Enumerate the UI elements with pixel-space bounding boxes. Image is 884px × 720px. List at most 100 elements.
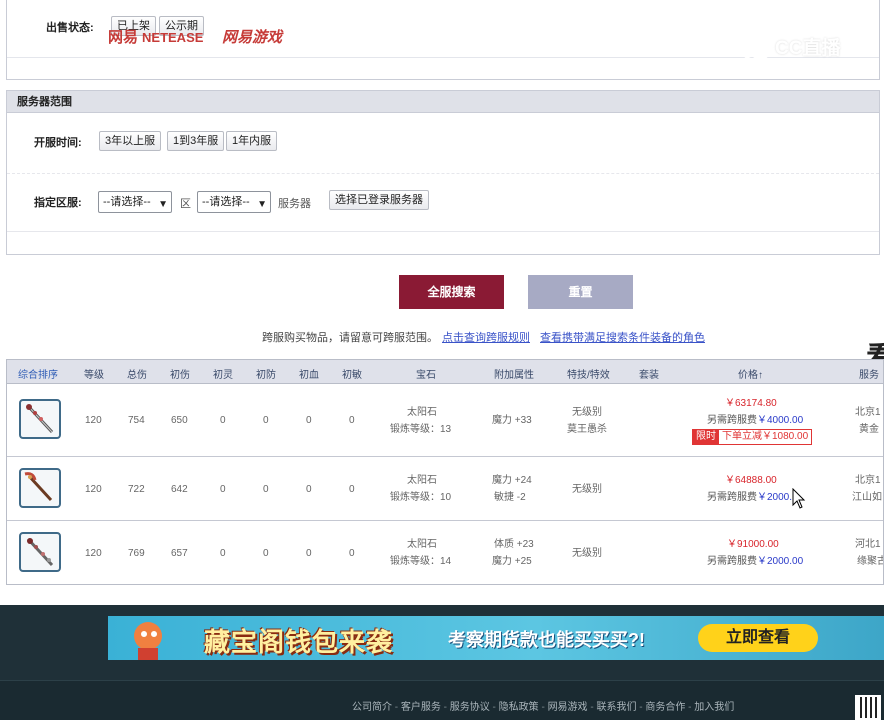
- col-attributes: 附加属性: [494, 370, 534, 381]
- choose-logged-server-button[interactable]: 选择已登录服务器: [329, 190, 429, 210]
- footer-link-netease-games[interactable]: 网易游戏: [539, 702, 588, 713]
- sale-status-label: 出售状态:: [46, 22, 94, 34]
- footer-link-contact[interactable]: 联系我们: [588, 702, 637, 713]
- cell-price[interactable]: ￥64888.00: [725, 472, 777, 489]
- netease-logo-cn: 网易: [108, 29, 139, 46]
- fee-prefix: 另需跨服费: [707, 415, 757, 426]
- table-row[interactable]: 120 722 642 0 0 0 0 太阳石 锻炼等级：10 魔力 +24 敏…: [7, 457, 883, 521]
- cross-server-rules-link[interactable]: 点击查询跨服规则: [442, 332, 530, 344]
- server-select[interactable]: --请选择-- ▼: [197, 191, 271, 213]
- footer-link-service[interactable]: 客户服务: [392, 702, 441, 713]
- col-price[interactable]: 价格↑: [738, 366, 763, 381]
- cell-price[interactable]: ￥63174.80: [725, 395, 777, 412]
- limited-promo-badge: 限时 下单立减￥1080.00: [692, 429, 813, 445]
- col-server: 服务: [859, 370, 879, 381]
- col-init-defense[interactable]: 初防: [256, 366, 276, 381]
- footer-link-about[interactable]: 公司简介: [352, 702, 392, 713]
- col-init-agility[interactable]: 初敏: [342, 366, 362, 381]
- cell-gem-level: 锻炼等级：14: [390, 556, 452, 567]
- cell-total-damage: 722: [128, 484, 145, 495]
- cell-attr: 魔力 +33: [492, 415, 532, 426]
- col-sort-overall[interactable]: 综合排序: [18, 366, 58, 381]
- chevron-down-icon: ▼: [158, 199, 168, 210]
- view-matching-roles-link[interactable]: 查看携带满足搜索条件装备的角色: [540, 332, 705, 344]
- fee-prefix: 另需跨服费: [707, 492, 757, 503]
- open-time-within-1yr-button[interactable]: 1年内服: [226, 131, 278, 151]
- fee-prefix: 另需跨服费: [707, 556, 757, 567]
- col-skills: 特技/特效: [567, 370, 610, 381]
- zone-select[interactable]: --请选择-- ▼: [98, 191, 172, 213]
- divider: [7, 231, 879, 232]
- fee-amount: ￥4000.00: [757, 415, 804, 426]
- cell-gem-level: 锻炼等级：10: [390, 492, 452, 503]
- tip-text: 跨服购买物品，请留意可跨服范围。: [262, 332, 438, 344]
- col-init-spirit[interactable]: 初灵: [213, 366, 233, 381]
- results-table: 综合排序 等级 总伤 初伤 初灵 初防 初血 初敏 宝石 附加属性 特技/特效 …: [6, 359, 884, 585]
- open-time-1to3yr-button[interactable]: 1到3年服: [167, 131, 225, 151]
- cell-attr: 敏捷 -2: [494, 492, 526, 503]
- footer-link-agreement[interactable]: 服务协议: [441, 702, 490, 713]
- watermark-text: CC直播: [775, 37, 841, 59]
- cell-skill: 无级别: [572, 484, 602, 495]
- col-gem: 宝石: [416, 370, 436, 381]
- zone-word: 区: [180, 198, 191, 210]
- footer-link-business[interactable]: 商务合作: [636, 702, 685, 713]
- netease-games-logo: 网易游戏: [222, 29, 283, 46]
- col-init-hp[interactable]: 初血: [299, 366, 319, 381]
- cell-level: 120: [85, 415, 102, 426]
- footer-link-privacy[interactable]: 隐私政策: [490, 702, 539, 713]
- reset-button[interactable]: 重置: [528, 275, 633, 309]
- zone-select-value: --请选择--: [103, 196, 151, 208]
- staff-item-icon[interactable]: [19, 399, 61, 439]
- table-row[interactable]: 120 754 650 0 0 0 0 太阳石 锻炼等级：13 魔力 +33 无…: [7, 385, 883, 457]
- cc-live-watermark: CC直播: [740, 30, 840, 62]
- cell-init-agility: 0: [349, 415, 355, 426]
- qr-code-icon: [855, 695, 881, 720]
- cell-skill: 无级别: [572, 407, 602, 418]
- open-time-3yr-plus-button[interactable]: 3年以上服: [99, 131, 162, 151]
- col-level[interactable]: 等级: [84, 366, 104, 381]
- open-time-label: 开服时间:: [34, 137, 82, 149]
- cell-attr: 魔力 +25: [492, 556, 532, 567]
- cc-logo-icon: [740, 30, 772, 62]
- netease-logo: 网易 NETEASE: [108, 26, 203, 47]
- promo-tag: 限时: [693, 430, 719, 444]
- mascot-character-icon: [134, 622, 162, 660]
- staff-item-icon[interactable]: [19, 468, 61, 508]
- fee-amount: ￥2000.00: [757, 556, 804, 567]
- banner-view-now-button[interactable]: 立即查看: [698, 624, 818, 652]
- search-all-servers-button[interactable]: 全服搜索: [399, 275, 504, 309]
- cell-init-hp: 0: [306, 415, 312, 426]
- cell-skill: 无级别: [572, 548, 602, 559]
- cell-attr: 体质 +23: [494, 539, 534, 550]
- wallet-promo-banner[interactable]: 藏宝阁钱包来袭 考察期货款也能买买买?! 立即查看: [108, 616, 884, 660]
- footer-link-join[interactable]: 加入我们: [685, 702, 734, 713]
- cell-server-name: 缘聚古: [857, 556, 884, 567]
- cell-init-damage: 642: [171, 484, 188, 495]
- cell-init-agility: 0: [349, 548, 355, 559]
- cell-attr: 魔力 +24: [492, 475, 532, 486]
- cell-init-spirit: 0: [220, 415, 226, 426]
- banner-title: 藏宝阁钱包来袭: [204, 627, 394, 657]
- cell-gem-level: 锻炼等级：13: [390, 424, 452, 435]
- server-range-title: 服务器范围: [7, 91, 879, 113]
- cell-cross-fee: 另需跨服费￥2000.: [707, 489, 792, 506]
- fee-amount: ￥2000.: [757, 492, 793, 503]
- col-init-damage[interactable]: 初伤: [170, 366, 190, 381]
- banner-subtitle: 考察期货款也能买买买?!: [448, 630, 645, 650]
- staff-item-icon[interactable]: [19, 532, 61, 572]
- cell-server-name: 黄金: [859, 424, 879, 435]
- table-row[interactable]: 120 769 657 0 0 0 0 太阳石 锻炼等级：14 体质 +23 魔…: [7, 521, 884, 584]
- col-total-damage[interactable]: 总伤: [127, 366, 147, 381]
- cell-cross-fee: 另需跨服费￥4000.00: [707, 412, 803, 429]
- cell-price[interactable]: ￥91000.00: [727, 536, 779, 553]
- server-range-panel: 服务器范围: [6, 90, 880, 255]
- footer-links: 公司简介客户服务服务协议隐私政策网易游戏联系我们商务合作加入我们: [352, 698, 734, 713]
- cell-init-damage: 650: [171, 415, 188, 426]
- cell-gem: 太阳石: [407, 407, 437, 418]
- col-set: 套装: [639, 370, 659, 381]
- server-word: 服务器: [278, 198, 311, 210]
- cell-total-damage: 769: [128, 548, 145, 559]
- cell-init-hp: 0: [306, 484, 312, 495]
- chevron-down-icon: ▼: [257, 199, 267, 210]
